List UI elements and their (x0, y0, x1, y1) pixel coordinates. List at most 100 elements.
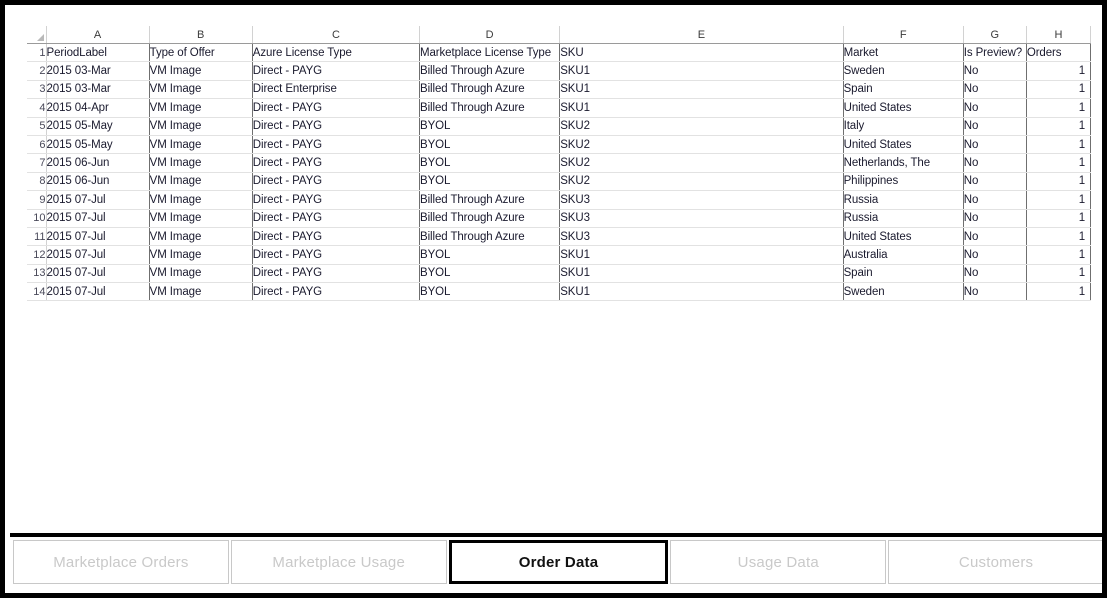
worksheet-table[interactable]: A B C D E F G H 1 PeriodLabel Type of Of (27, 26, 1092, 302)
cell-b1[interactable]: Type of Offer (149, 43, 253, 63)
cell-f8[interactable]: Philippines (843, 172, 964, 192)
table-row[interactable]: 10 2015 07-Jul VM Image Direct - PAYG Billed… (27, 209, 1092, 228)
row-number[interactable]: 13 (27, 264, 47, 284)
cell-b7[interactable]: VM Image (149, 153, 253, 173)
cell-c13[interactable]: Direct - PAYG (252, 264, 421, 284)
cell-c3[interactable]: Direct Enterprise (252, 80, 421, 100)
column-header-h[interactable]: H (1026, 26, 1092, 44)
row-number[interactable]: 1 (27, 43, 47, 63)
row-number[interactable]: 2 (27, 61, 47, 81)
cell-d2[interactable]: Billed Through Azure (419, 61, 561, 81)
row-number[interactable]: 6 (27, 135, 47, 155)
cell-b3[interactable]: VM Image (149, 80, 253, 100)
sheet-tab-order-data[interactable]: Order Data (448, 540, 669, 584)
cell-f7[interactable]: Netherlands, The (843, 153, 964, 173)
select-all-button[interactable] (27, 26, 47, 44)
cell-f2[interactable]: Sweden (843, 61, 964, 81)
row-number[interactable]: 9 (27, 190, 47, 210)
cell-e11[interactable]: SKU3 (559, 227, 844, 247)
cell-g1[interactable]: Is Preview? (963, 43, 1027, 63)
cell-e2[interactable]: SKU1 (559, 61, 844, 81)
sheet-tab-usage-data[interactable]: Usage Data (670, 540, 887, 584)
row-number[interactable]: 11 (27, 227, 47, 247)
cell-d13[interactable]: BYOL (419, 264, 561, 284)
cell-e1[interactable]: SKU (559, 43, 844, 63)
cell-c4[interactable]: Direct - PAYG (252, 98, 421, 118)
cell-g9[interactable]: No (963, 190, 1027, 210)
column-header-e[interactable]: E (559, 26, 844, 44)
cell-g5[interactable]: No (963, 117, 1027, 136)
cell-a9[interactable]: 2015 07-Jul (46, 190, 150, 210)
cell-c1[interactable]: Azure License Type (252, 43, 421, 63)
cell-f4[interactable]: United States (843, 98, 964, 118)
column-header-a[interactable]: A (46, 26, 150, 44)
cell-d12[interactable]: BYOL (419, 245, 561, 265)
cell-c8[interactable]: Direct - PAYG (252, 172, 421, 192)
table-row[interactable]: 3 2015 03-Mar VM Image Direct Enterprise Bil… (27, 80, 1092, 100)
column-header-b[interactable]: B (149, 26, 253, 44)
cell-e9[interactable]: SKU3 (559, 190, 844, 210)
cell-f12[interactable]: Australia (843, 245, 964, 265)
cell-e3[interactable]: SKU1 (559, 80, 844, 100)
sheet-tab-marketplace-orders[interactable]: Marketplace Orders (13, 540, 229, 584)
cell-h11[interactable]: 1 (1026, 227, 1092, 247)
row-number[interactable]: 4 (27, 98, 47, 118)
worksheet-grid-area[interactable]: A B C D E F G H 1 PeriodLabel Type of Of (10, 10, 1102, 543)
cell-h14[interactable]: 1 (1026, 282, 1092, 302)
row-number[interactable]: 5 (27, 117, 47, 136)
cell-a5[interactable]: 2015 05-May (46, 117, 150, 136)
cell-c2[interactable]: Direct - PAYG (252, 61, 421, 81)
cell-h9[interactable]: 1 (1026, 190, 1092, 210)
row-number[interactable]: 8 (27, 172, 47, 192)
row-number[interactable]: 12 (27, 245, 47, 265)
cell-a1[interactable]: PeriodLabel (46, 43, 150, 63)
cell-b14[interactable]: VM Image (149, 282, 253, 302)
cell-f10[interactable]: Russia (843, 209, 964, 228)
cell-c11[interactable]: Direct - PAYG (252, 227, 421, 247)
cell-h7[interactable]: 1 (1026, 153, 1092, 173)
table-row[interactable]: 5 2015 05-May VM Image Direct - PAYG BYOL SKU… (27, 117, 1092, 136)
table-row[interactable]: 14 2015 07-Jul VM Image Direct - PAYG BYOL SK… (27, 282, 1092, 302)
cell-b4[interactable]: VM Image (149, 98, 253, 118)
column-header-c[interactable]: C (252, 26, 421, 44)
cell-h2[interactable]: 1 (1026, 61, 1092, 81)
table-row[interactable]: 9 2015 07-Jul VM Image Direct - PAYG Billed … (27, 190, 1092, 210)
cell-f13[interactable]: Spain (843, 264, 964, 284)
cell-d4[interactable]: Billed Through Azure (419, 98, 561, 118)
table-row[interactable]: 6 2015 05-May VM Image Direct - PAYG BYOL SKU… (27, 135, 1092, 155)
cell-h6[interactable]: 1 (1026, 135, 1092, 155)
cell-e13[interactable]: SKU1 (559, 264, 844, 284)
cell-c6[interactable]: Direct - PAYG (252, 135, 421, 155)
cell-e6[interactable]: SKU2 (559, 135, 844, 155)
cell-g11[interactable]: No (963, 227, 1027, 247)
cell-g4[interactable]: No (963, 98, 1027, 118)
cell-a11[interactable]: 2015 07-Jul (46, 227, 150, 247)
cell-f1[interactable]: Market (843, 43, 964, 63)
cell-c7[interactable]: Direct - PAYG (252, 153, 421, 173)
cell-b2[interactable]: VM Image (149, 61, 253, 81)
sheet-tab-customers[interactable]: Customers (888, 540, 1102, 584)
cell-a8[interactable]: 2015 06-Jun (46, 172, 150, 192)
cell-d1[interactable]: Marketplace License Type (419, 43, 561, 63)
cell-a3[interactable]: 2015 03-Mar (46, 80, 150, 100)
table-row[interactable]: 7 2015 06-Jun VM Image Direct - PAYG BYOL SKU… (27, 153, 1092, 173)
cell-a14[interactable]: 2015 07-Jul (46, 282, 150, 302)
cell-a7[interactable]: 2015 06-Jun (46, 153, 150, 173)
column-header-f[interactable]: F (843, 26, 964, 44)
cell-e7[interactable]: SKU2 (559, 153, 844, 173)
cell-f5[interactable]: Italy (843, 117, 964, 136)
cell-c14[interactable]: Direct - PAYG (252, 282, 421, 302)
cell-e12[interactable]: SKU1 (559, 245, 844, 265)
cell-c9[interactable]: Direct - PAYG (252, 190, 421, 210)
cell-d11[interactable]: Billed Through Azure (419, 227, 561, 247)
cell-h4[interactable]: 1 (1026, 98, 1092, 118)
table-row[interactable]: 1 PeriodLabel Type of Offer Azure Licens… (27, 43, 1092, 63)
cell-b9[interactable]: VM Image (149, 190, 253, 210)
table-row[interactable]: 11 2015 07-Jul VM Image Direct - PAYG Billed… (27, 227, 1092, 247)
cell-a13[interactable]: 2015 07-Jul (46, 264, 150, 284)
cell-b13[interactable]: VM Image (149, 264, 253, 284)
table-row[interactable]: 12 2015 07-Jul VM Image Direct - PAYG BYOL SK… (27, 245, 1092, 265)
cell-g12[interactable]: No (963, 245, 1027, 265)
cell-h3[interactable]: 1 (1026, 80, 1092, 100)
cell-f11[interactable]: United States (843, 227, 964, 247)
